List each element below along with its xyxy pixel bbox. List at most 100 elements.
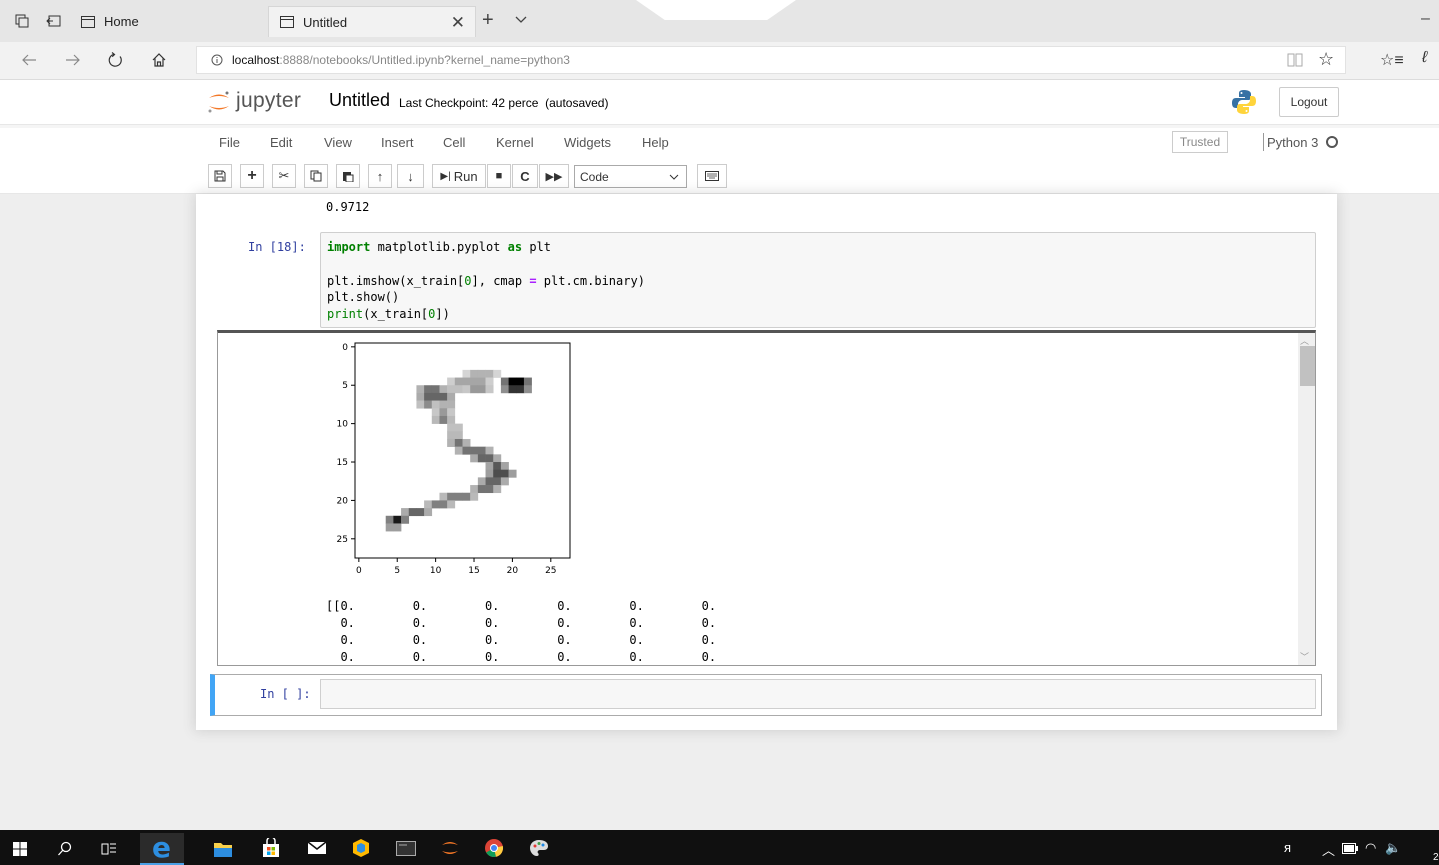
heatmap-pixel <box>447 438 456 447</box>
code-input-area[interactable] <box>320 679 1316 709</box>
forward-icon[interactable] <box>64 52 82 68</box>
info-icon[interactable] <box>211 54 223 66</box>
cell-type-select[interactable]: Code <box>574 165 687 188</box>
heatmap-pixel <box>454 423 463 432</box>
home-icon[interactable] <box>151 52 167 68</box>
cut-button[interactable]: ✂ <box>272 164 296 188</box>
pen-notes-icon[interactable]: ℓ <box>1422 49 1427 67</box>
heatmap-pixel <box>470 377 479 386</box>
heatmap-pixel <box>454 431 463 440</box>
heatmap-pixel <box>462 369 471 378</box>
heatmap-pixel <box>462 438 471 447</box>
tab-preview-icon[interactable] <box>14 13 30 29</box>
menu-edit[interactable]: Edit <box>270 135 292 150</box>
heatmap-pixel <box>454 377 463 386</box>
heatmap-pixel <box>447 377 456 386</box>
people-icon[interactable]: ᴙ <box>1284 840 1291 855</box>
menu-insert[interactable]: Insert <box>381 135 414 150</box>
run-button[interactable]: ▶| Run <box>432 164 486 188</box>
minimize-icon[interactable]: – <box>1421 10 1430 28</box>
tab-home[interactable]: Home <box>76 6 256 37</box>
array-output-line: 0. 0. 0. 0. 0. 0. <box>326 633 717 647</box>
scroll-down-icon[interactable]: ﹀ <box>1300 650 1309 663</box>
edge-browser-icon[interactable]: e <box>152 831 171 864</box>
imshow-plot: 0 5 10 15 20 25 0 5 10 15 20 25 <box>337 342 571 576</box>
jupyter-wordmark: jupyter <box>236 89 302 112</box>
jupyter-logo-icon[interactable] <box>206 88 232 116</box>
restart-button[interactable]: C <box>512 164 538 188</box>
file-explorer-icon[interactable] <box>213 840 233 858</box>
heatmap-pixel <box>477 385 486 394</box>
back-icon[interactable] <box>20 52 38 68</box>
heatmap-pixel <box>485 485 494 494</box>
menu-kernel[interactable]: Kernel <box>496 135 534 150</box>
url-path: :8888/notebooks/Untitled.ipynb?kernel_na… <box>279 53 570 67</box>
move-down-button[interactable]: ↓ <box>397 164 424 188</box>
keyboard-icon <box>705 171 719 181</box>
heatmap-pixel <box>493 454 502 463</box>
office-app-icon[interactable] <box>352 838 370 858</box>
logout-button[interactable]: Logout <box>1279 87 1339 117</box>
reading-view-icon[interactable] <box>1287 53 1303 67</box>
heatmap-pixel <box>416 385 425 394</box>
wifi-icon[interactable]: ◠ <box>1365 840 1376 856</box>
interrupt-button[interactable]: ■ <box>487 164 511 188</box>
menu-help[interactable]: Help <box>642 135 669 150</box>
insert-cell-button[interactable]: + <box>240 164 264 188</box>
paint-icon[interactable] <box>529 838 549 858</box>
terminal-icon[interactable] <box>396 841 416 856</box>
favorite-star-icon[interactable]: ☆ <box>1318 49 1334 70</box>
heatmap-pixel <box>447 400 456 409</box>
menu-file[interactable]: File <box>219 135 240 150</box>
heatmap-pixel <box>500 385 509 394</box>
search-icon[interactable] <box>57 841 73 857</box>
tab-untitled[interactable]: Untitled ✕ <box>268 6 476 37</box>
menu-cell[interactable]: Cell <box>443 135 465 150</box>
scissors-icon: ✂ <box>278 168 290 183</box>
restart-run-all-button[interactable]: ▶▶ <box>539 164 569 188</box>
x-tick-label: 5 <box>394 566 400 576</box>
close-icon[interactable]: ✕ <box>451 13 465 33</box>
heatmap-pixel <box>523 385 532 394</box>
menu-widgets[interactable]: Widgets <box>564 135 611 150</box>
tabs-aside-icon[interactable] <box>46 13 62 29</box>
heatmap-pixel <box>408 508 417 517</box>
battery-icon[interactable] <box>1342 843 1358 854</box>
task-view-icon[interactable] <box>101 841 117 857</box>
paste-icon <box>343 172 354 182</box>
trusted-indicator[interactable]: Trusted <box>1172 131 1228 153</box>
save-button[interactable] <box>208 164 232 188</box>
copy-button[interactable] <box>304 164 328 188</box>
windows-start-icon[interactable] <box>13 842 27 856</box>
store-icon[interactable] <box>262 838 280 858</box>
menu-view[interactable]: View <box>324 135 352 150</box>
move-up-button[interactable]: ↑ <box>368 164 392 188</box>
heatmap-pixel <box>485 446 494 455</box>
command-palette-button[interactable] <box>697 164 727 188</box>
url-field[interactable]: localhost:8888/notebooks/Untitled.ipynb?… <box>196 46 1346 74</box>
paste-button[interactable] <box>336 164 360 188</box>
code-line: plt.imshow(x_train[0], cmap = plt.cm.bin… <box>327 274 645 288</box>
heatmap-pixel <box>447 431 456 440</box>
new-tab-icon[interactable]: + <box>482 9 494 32</box>
kernel-name[interactable]: Python 3 <box>1267 135 1318 150</box>
chrome-icon[interactable] <box>484 838 504 858</box>
tray-chevron-up-icon[interactable]: ︿ <box>1322 840 1335 859</box>
refresh-icon[interactable] <box>108 52 124 68</box>
jupyter-taskbar-icon[interactable] <box>440 838 460 858</box>
heatmap-pixel <box>493 469 502 478</box>
heatmap-pixel <box>424 508 433 517</box>
heatmap-pixel <box>439 492 448 501</box>
kernel-divider <box>1263 133 1264 151</box>
favorites-hub-icon[interactable]: ☆≡ <box>1380 50 1404 70</box>
heatmap-pixel <box>470 454 479 463</box>
mail-icon[interactable] <box>307 840 327 856</box>
code-line: print(x_train[0]) <box>327 307 450 321</box>
heatmap-pixel <box>454 385 463 394</box>
heatmap-pixel <box>508 469 517 478</box>
scrollbar-thumb[interactable] <box>1300 346 1315 386</box>
chevron-down-icon[interactable] <box>514 12 528 26</box>
heatmap-pixel <box>477 377 486 386</box>
volume-icon[interactable]: 🔈 <box>1385 840 1401 856</box>
notebook-title[interactable]: Untitled <box>329 90 390 111</box>
